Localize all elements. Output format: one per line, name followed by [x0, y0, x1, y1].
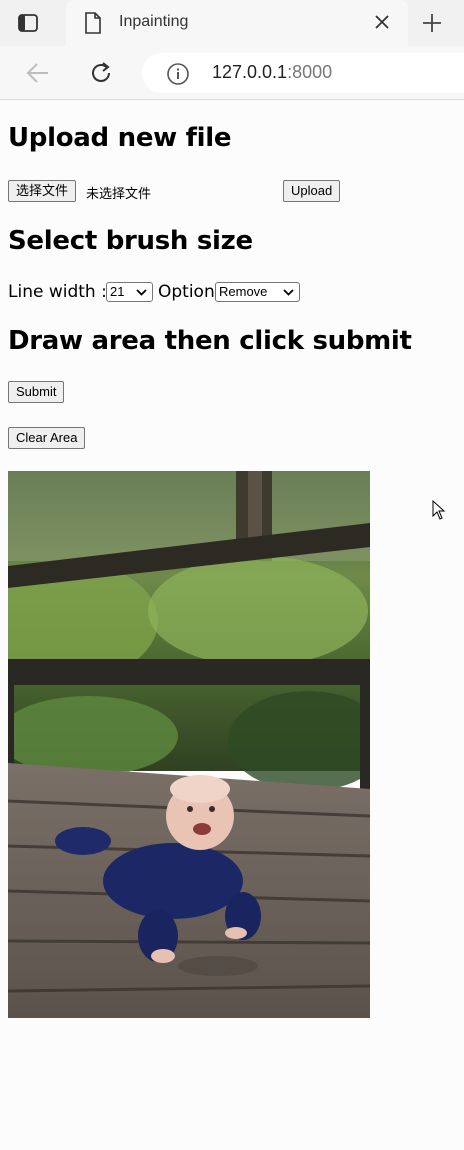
url-port: :8000: [287, 62, 333, 82]
plus-icon[interactable]: [420, 11, 444, 39]
upload-button[interactable]: Upload: [283, 180, 341, 202]
close-icon[interactable]: [374, 14, 390, 34]
url-host: 127.0.0.1: [212, 62, 288, 82]
chevron-down-icon: [136, 289, 147, 296]
option-select[interactable]: Remove: [215, 282, 300, 302]
line-width-label: Line width :: [8, 282, 107, 302]
address-bar[interactable]: 127.0.0.1:8000: [142, 53, 464, 93]
page-content: Upload new file 选择文件 未选择文件 Upload Select…: [0, 101, 464, 1150]
browser-tab[interactable]: Inpainting: [66, 0, 408, 46]
uploaded-photo: [8, 471, 370, 1018]
option-label: Option: [158, 282, 215, 302]
choose-file-button[interactable]: 选择文件: [8, 180, 77, 202]
info-icon[interactable]: [166, 62, 190, 90]
tab-title: Inpainting: [119, 13, 189, 30]
drawing-canvas[interactable]: [8, 471, 370, 1018]
upload-heading: Upload new file: [8, 123, 232, 153]
clear-area-button[interactable]: Clear Area: [8, 427, 86, 449]
chevron-down-icon: [283, 289, 294, 296]
sidebar-icon[interactable]: [16, 11, 50, 35]
back-arrow-icon[interactable]: [24, 60, 52, 90]
document-icon: [84, 12, 102, 38]
line-width-select[interactable]: 21: [106, 282, 153, 302]
reload-icon[interactable]: [88, 60, 114, 90]
submit-button[interactable]: Submit: [8, 381, 65, 403]
url-text: 127.0.0.1:8000: [212, 62, 332, 83]
file-status: 未选择文件: [86, 187, 152, 202]
option-value: Remove: [219, 284, 268, 299]
tab-strip: Inpainting: [0, 0, 464, 46]
mouse-cursor-icon: [432, 499, 446, 524]
brush-heading: Select brush size: [8, 226, 253, 256]
browser-toolbar: 127.0.0.1:8000: [0, 46, 464, 100]
line-width-value: 21: [110, 284, 125, 299]
draw-heading: Draw area then click submit: [8, 326, 412, 356]
